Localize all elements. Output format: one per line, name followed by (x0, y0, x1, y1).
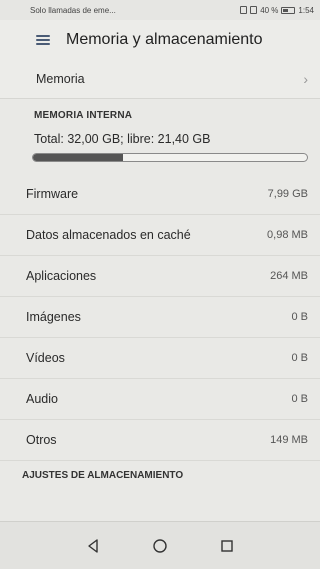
memory-row[interactable]: Memoria › (0, 60, 320, 99)
item-value: 7,99 GB (267, 188, 308, 200)
navigation-bar (0, 521, 320, 569)
memory-label: Memoria (36, 72, 85, 86)
nfc-icon (240, 6, 248, 14)
chevron-right-icon: › (303, 71, 308, 87)
item-value: 149 MB (270, 434, 308, 446)
storage-item-firmware[interactable]: Firmware 7,99 GB (0, 174, 320, 215)
screen: Solo llamadas de eme... 40 % 1:54 Memori… (0, 0, 320, 569)
status-icons: 40 % 1:54 (240, 6, 314, 15)
square-recents-icon[interactable] (213, 532, 241, 560)
storage-item-other[interactable]: Otros 149 MB (0, 420, 320, 461)
storage-item-cache[interactable]: Datos almacenados en caché 0,98 MB (0, 215, 320, 256)
item-value: 0 B (291, 311, 308, 323)
storage-items-list: Firmware 7,99 GB Datos almacenados en ca… (0, 174, 320, 461)
menu-icon[interactable] (36, 35, 50, 45)
app-bar: Memoria y almacenamiento (0, 20, 320, 60)
storage-total-text: Total: 32,00 GB; libre: 21,40 GB (34, 132, 211, 146)
clock: 1:54 (298, 5, 314, 15)
storage-usage-bar (32, 153, 308, 162)
storage-item-apps[interactable]: Aplicaciones 264 MB (0, 256, 320, 297)
item-value: 0,98 MB (267, 229, 308, 241)
status-bar: Solo llamadas de eme... 40 % 1:54 (0, 0, 320, 20)
item-value: 264 MB (270, 270, 308, 282)
carrier-text: Solo llamadas de eme... (30, 5, 116, 15)
storage-item-audio[interactable]: Audio 0 B (0, 379, 320, 420)
item-label: Aplicaciones (26, 269, 97, 283)
item-label: Datos almacenados en caché (26, 228, 191, 242)
item-value: 0 B (291, 352, 308, 364)
battery-percent: 40 % (260, 5, 279, 15)
item-label: Audio (26, 392, 58, 406)
circle-home-icon[interactable] (146, 532, 174, 560)
storage-settings-header: AJUSTES DE ALMACENAMIENTO (22, 469, 184, 481)
triangle-back-icon[interactable] (79, 532, 107, 560)
internal-memory-header: MEMORIA INTERNA (34, 110, 133, 121)
item-label: Imágenes (26, 310, 81, 324)
item-label: Otros (26, 433, 57, 447)
vibrate-icon (250, 6, 258, 14)
storage-item-images[interactable]: Imágenes 0 B (0, 297, 320, 338)
item-label: Firmware (26, 187, 79, 201)
battery-icon (281, 6, 296, 14)
storage-usage-fill (33, 154, 124, 161)
item-label: Vídeos (26, 351, 65, 365)
page-title: Memoria y almacenamiento (66, 31, 263, 48)
storage-item-videos[interactable]: Vídeos 0 B (0, 338, 320, 379)
item-value: 0 B (291, 393, 308, 405)
